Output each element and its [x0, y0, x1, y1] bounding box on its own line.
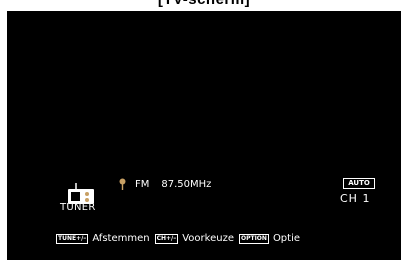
tv-screen: TUNER FM 87.50MHz AUTO CH 1 TUNE+/– Afst… — [7, 11, 401, 260]
tuner-band-frequency: FM 87.50MHz — [118, 178, 211, 190]
channel-readout: CH 1 — [340, 192, 371, 205]
tune-hint-label: Afstemmen — [92, 233, 150, 244]
preset-hint-label: Voorkeuze — [182, 233, 234, 244]
band-label: FM — [135, 178, 150, 190]
radio-icon — [68, 183, 94, 204]
button-guide: TUNE+/– Afstemmen CH+/– Voorkeuze OPTION… — [56, 233, 305, 244]
frequency-readout: 87.50MHz — [161, 178, 212, 190]
page-heading: [TV-scherm] — [0, 0, 408, 11]
ch-key-badge: CH+/– — [154, 233, 179, 244]
option-key-badge: OPTION — [238, 233, 269, 244]
option-hint-label: Optie — [272, 233, 301, 244]
source-label: TUNER — [60, 202, 96, 213]
antenna-icon — [119, 178, 126, 190]
auto-mode-badge: AUTO — [343, 178, 375, 189]
tune-key-badge: TUNE+/– — [56, 233, 89, 244]
